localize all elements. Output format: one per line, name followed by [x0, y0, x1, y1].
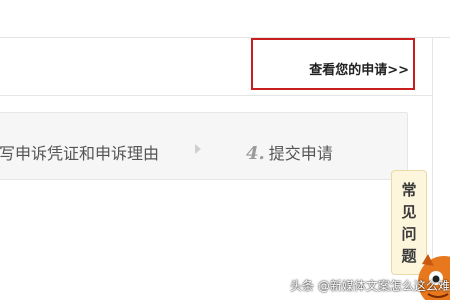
step-4-number: 4.: [246, 143, 265, 164]
step-4-label: 提交申请: [268, 144, 333, 163]
faq-char: 问: [401, 225, 417, 243]
header-divider: [0, 95, 432, 96]
faq-char: 常: [401, 181, 417, 199]
watermark-text: 头条 @新媒体文案怎么这么难: [290, 279, 450, 293]
triangle-right-icon: [195, 144, 201, 154]
faq-char: 见: [401, 203, 417, 221]
step-3-label: 写申诉凭证和申诉理由: [0, 144, 160, 163]
step-4: 4. 提交申请: [246, 140, 333, 164]
view-my-applications-link[interactable]: 查看您的申请>>: [251, 38, 415, 90]
steps-progress-bar: 写申诉凭证和申诉理由 4. 提交申请: [0, 112, 408, 180]
